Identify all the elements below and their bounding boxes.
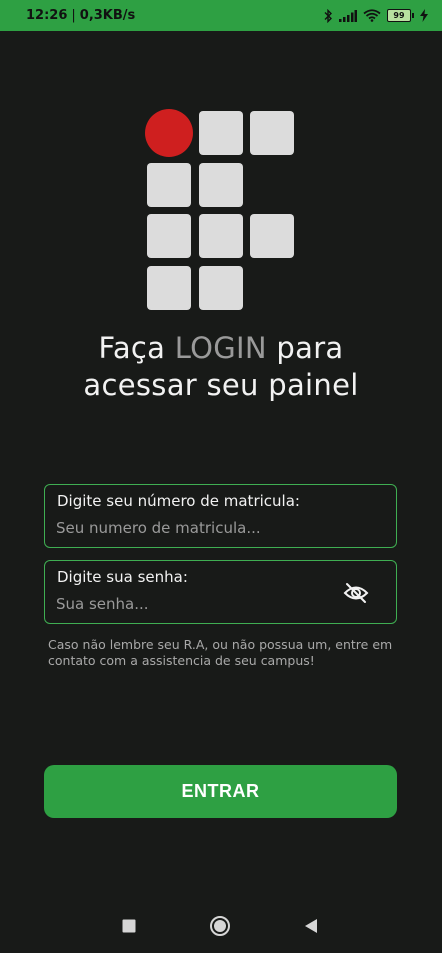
logo-red-circle — [145, 109, 193, 157]
logo-tile — [199, 214, 243, 258]
bluetooth-icon — [323, 8, 333, 23]
registration-label: Digite seu número de matricula: — [57, 492, 300, 510]
page-title-line2: acessar seu painel — [83, 368, 359, 402]
login-screen: 12:26 | 0,3KB/s 99 Faça LOGIN para acess… — [0, 0, 442, 953]
charging-icon — [420, 9, 428, 22]
logo-tile — [147, 163, 191, 207]
logo-tile — [147, 266, 191, 310]
battery-tip — [412, 13, 414, 18]
status-bar: 12:26 | 0,3KB/s 99 — [0, 0, 442, 31]
recents-icon[interactable] — [118, 915, 140, 937]
password-field[interactable]: Digite sua senha: — [44, 560, 397, 624]
page-title: Faça LOGIN para acessar seu painel — [0, 330, 442, 404]
battery-level: 99 — [387, 9, 411, 22]
network-speed: 0,3KB/s — [79, 8, 136, 23]
status-separator: | — [71, 8, 76, 23]
institution-logo — [145, 109, 295, 311]
status-time: 12:26 — [26, 8, 68, 23]
logo-tile — [250, 111, 294, 155]
password-input[interactable] — [56, 593, 336, 615]
registration-field[interactable]: Digite seu número de matricula: — [44, 484, 397, 548]
logo-tile — [199, 266, 243, 310]
battery-icon: 99 — [387, 9, 414, 22]
signal-icon — [339, 9, 357, 22]
system-nav-bar — [0, 895, 442, 953]
title-suffix: para — [266, 331, 344, 365]
login-button[interactable]: ENTRAR — [44, 765, 397, 818]
registration-input[interactable] — [56, 517, 336, 539]
logo-tile — [250, 214, 294, 258]
wifi-icon — [363, 9, 381, 22]
back-icon[interactable] — [300, 915, 322, 937]
logo-tile — [199, 111, 243, 155]
eye-off-icon[interactable] — [342, 581, 370, 605]
help-text: Caso não lembre seu R.A, ou não possua u… — [48, 637, 393, 668]
title-login-emphasis: LOGIN — [174, 331, 267, 365]
status-right: 99 — [323, 8, 428, 23]
status-left: 12:26 | 0,3KB/s — [26, 8, 135, 23]
logo-tile — [147, 214, 191, 258]
page-title-line1: Faça LOGIN para — [0, 330, 442, 367]
title-prefix: Faça — [98, 331, 175, 365]
logo-tile — [199, 163, 243, 207]
home-icon[interactable] — [209, 915, 231, 937]
password-label: Digite sua senha: — [57, 568, 188, 586]
